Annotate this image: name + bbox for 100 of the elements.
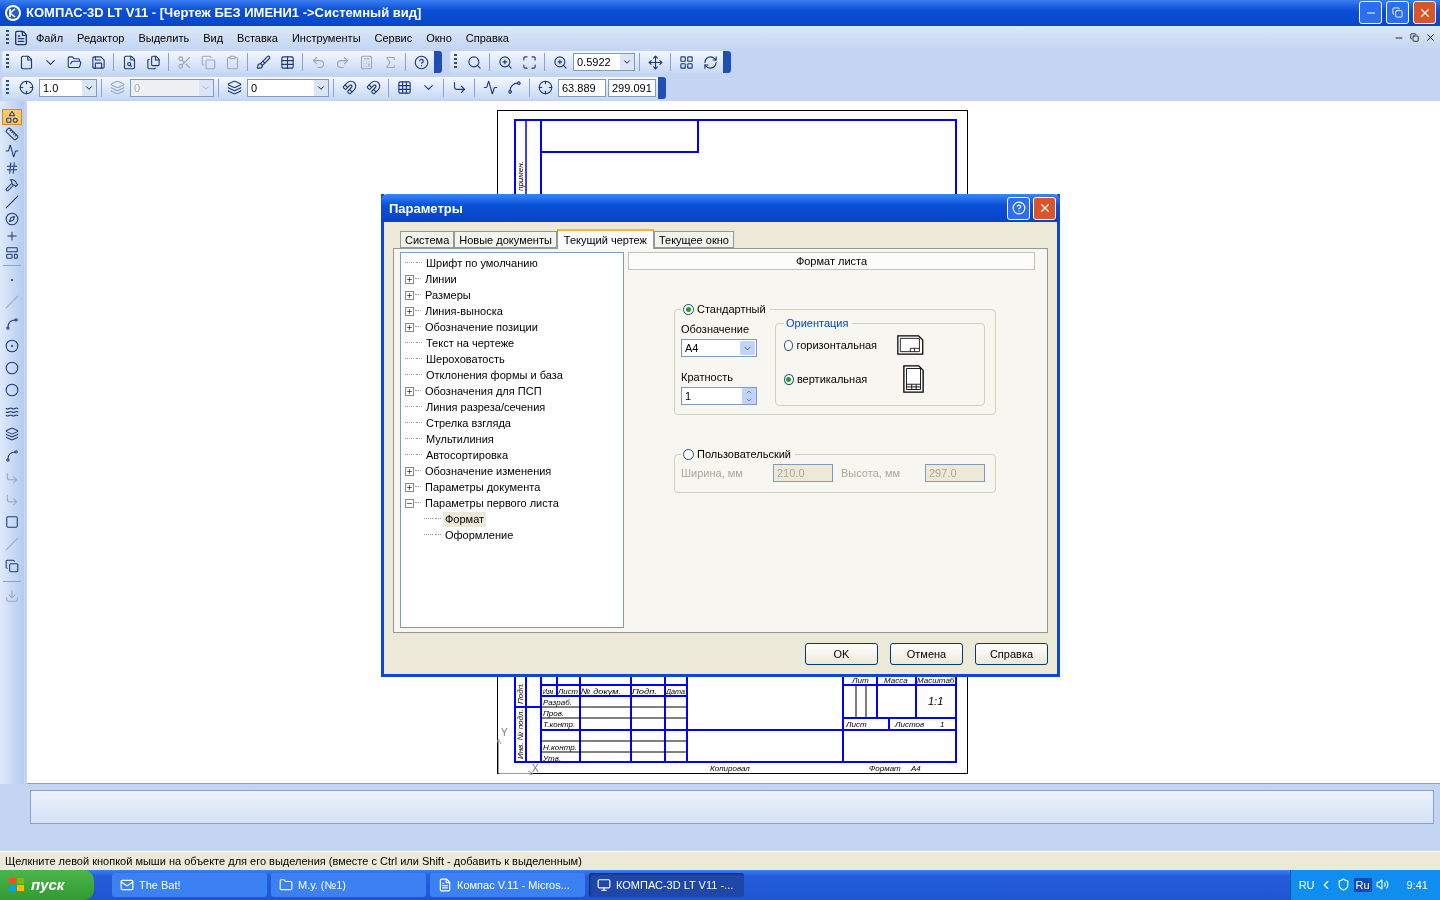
field-label: Высота, мм [841,467,901,479]
expand-toggle[interactable] [405,306,414,316]
minimize-button[interactable] [1359,1,1382,25]
tree-item[interactable]: Формат [443,511,487,527]
expand-toggle[interactable] [405,482,414,492]
tree-item[interactable]: Отклонения формы и база [424,367,565,383]
axis-drawing [497,738,534,775]
restore-icon [1392,7,1403,19]
help-button[interactable] [1007,196,1030,220]
title-block-label: Лист [846,719,867,729]
plus-icon [406,323,413,331]
collapse-toggle[interactable] [405,498,414,508]
title-block-label: Лит [852,675,869,685]
menu-item[interactable]: Вставка [230,29,285,46]
title-block-label: Листов [895,719,925,729]
close-icon[interactable] [1425,32,1436,44]
title-block-label: Подп. [632,686,654,696]
tree-item[interactable]: Обозначение изменения [423,463,554,479]
expand-toggle[interactable] [405,466,414,476]
keyboard-layout[interactable]: Ru [1353,878,1372,892]
document-icon [13,29,29,46]
tree-item[interactable]: Обозначение позиции [423,319,540,335]
tab[interactable]: Текущий чертеж [556,229,654,249]
clock: 9:41 [1406,879,1428,891]
tree-item[interactable]: Линии [423,271,459,287]
shield-icon[interactable] [1336,878,1350,892]
expand-toggle[interactable] [405,386,414,396]
taskbar-button[interactable]: КОМПАС-3D LT V11 -... [589,873,744,897]
close-button[interactable] [1033,196,1056,220]
toolbar-options-button[interactable] [434,51,442,74]
tree-item[interactable]: Текст на чертеже [424,335,517,351]
taskbar-button[interactable]: Компас V.11 - Micros... [430,873,585,897]
expand-toggle[interactable] [405,322,414,332]
format-value: А4 [911,763,921,773]
radio-label: горизонтальная [796,339,879,351]
standard-radio[interactable] [683,303,694,315]
menu-item[interactable]: Справка [458,29,516,46]
format-dropdown[interactable]: А4 [681,339,757,357]
title-block-label: 1 [940,719,945,729]
plus-icon [406,275,413,283]
menu-item[interactable]: Файл [29,29,71,46]
title-block-label: № докум. [581,686,617,696]
menu-item[interactable]: Выделить [131,29,197,46]
title-block-label: Дата [666,686,688,696]
group-title: Ориентация [786,317,849,329]
tree-item[interactable]: Автосортировка [424,447,511,463]
restore-icon[interactable] [1410,33,1419,43]
menu-item[interactable]: Сервис [367,29,420,46]
field-label: Ширина, мм [681,467,744,479]
expand-toggle[interactable] [405,274,414,284]
tree-item[interactable]: Обозначения для ПСП [423,383,544,399]
tree-item[interactable]: Мультилиния [424,431,496,447]
title-block-label: Разраб. [543,697,572,707]
orientation-radio[interactable] [784,373,794,385]
toolbar-options-button[interactable] [723,51,731,74]
side-label: примен. [516,161,525,191]
y-coordinate-field[interactable]: 299.091 [608,78,656,97]
plus-icon [406,483,413,491]
tree-item[interactable]: Размеры [423,287,473,303]
geometry-icon[interactable] [2,108,22,125]
multiplicity-spinner[interactable]: 1 [681,387,757,405]
dialog-button[interactable]: Справка [975,643,1048,665]
tree-item[interactable]: Шероховатость [424,351,507,367]
taskbar-button[interactable]: The Bat! [112,873,267,897]
speaker-icon[interactable] [1375,878,1389,892]
radio-label: Пользовательский [697,448,791,460]
menu-item[interactable]: Окно [419,29,459,46]
tree-item[interactable]: Шрифт по умолчанию [424,255,540,271]
expand-toggle[interactable] [405,290,414,300]
x-coordinate-field[interactable]: 63.889 [558,78,606,97]
tab[interactable]: Новые документы [454,231,557,248]
portrait-sheet-icon [903,363,924,395]
menu-item[interactable]: Редактор [70,29,132,46]
toolbar-options-button[interactable] [658,76,666,99]
dialog-button[interactable]: OK [805,643,878,665]
scale-combo[interactable]: 1.0 [39,78,97,97]
tree-item[interactable]: Параметры первого листа [423,495,561,511]
tree-item[interactable]: Линия разреза/сечения [424,399,548,415]
tab[interactable]: Система [400,231,455,248]
app-icon [597,878,611,892]
taskbar-button[interactable]: М.у. (№1) [271,873,426,897]
tab[interactable]: Текущее окно [653,231,734,248]
format-label: Формат [869,763,901,773]
scale-value: 1:1 [928,694,944,707]
tree-item[interactable]: Параметры документа [423,479,543,495]
layer-combo[interactable]: 0 [247,78,329,97]
menu-item[interactable]: Инструменты [284,29,368,46]
close-button[interactable] [1413,1,1436,25]
tree-item[interactable]: Линия-выноска [423,303,505,319]
restore-button[interactable] [1386,1,1409,25]
tree-item[interactable]: Оформление [443,527,516,543]
orientation-radio[interactable] [784,339,794,351]
menu-item[interactable]: Вид [196,29,231,46]
title-block-label: Н.контр. [543,742,577,752]
section-header: Формат листа [628,252,1035,270]
plus-icon [406,387,413,395]
axis-label: X [532,762,539,774]
tree-item[interactable]: Стрелка взгляда [424,415,513,431]
dialog-button[interactable]: Отмена [890,643,963,665]
zoom-combo[interactable]: 0.5922 [573,53,635,72]
